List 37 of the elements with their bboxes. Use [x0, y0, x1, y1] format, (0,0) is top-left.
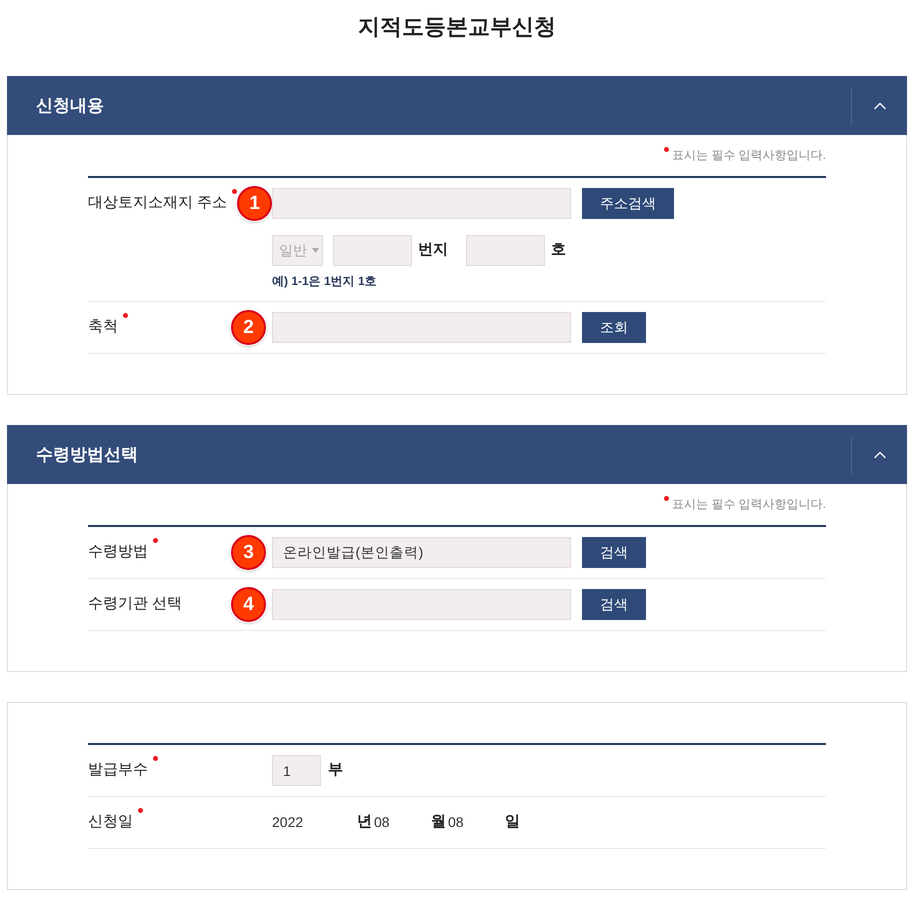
caret-down-icon: [312, 248, 319, 253]
unit-label: 번지: [418, 240, 448, 260]
step-badge: 2: [231, 310, 266, 345]
text-field[interactable]: [272, 188, 571, 219]
search-button[interactable]: 검색: [582, 589, 646, 620]
field-label: 신청일: [88, 812, 133, 832]
text-field[interactable]: [272, 312, 571, 343]
date-unit: 년: [357, 812, 372, 832]
section-title: 수령방법선택: [36, 444, 138, 466]
date-unit: 일: [505, 812, 520, 832]
lot-number-field[interactable]: [333, 235, 412, 266]
required-note: 표시는 필수 입력사항입니다.: [672, 147, 826, 164]
search-button[interactable]: 주소검색: [582, 188, 674, 219]
step-badge: 3: [231, 535, 266, 570]
search-button[interactable]: 조회: [582, 312, 646, 343]
hint-text: 예) 1-1은 1번지 1호: [272, 274, 378, 289]
step-badge: 1: [237, 186, 272, 221]
field-label: 발급부수: [88, 760, 148, 780]
text-field[interactable]: 온라인발급(본인출력): [272, 537, 571, 568]
copies-field[interactable]: 1: [272, 755, 321, 786]
date-value: 08: [448, 813, 464, 832]
field-label: 대상토지소재지 주소: [88, 193, 228, 214]
text-field[interactable]: [272, 589, 571, 620]
date-value: 2022: [272, 813, 304, 832]
field-label: 축척: [88, 317, 118, 338]
required-note: 표시는 필수 입력사항입니다.: [672, 496, 826, 513]
date-value: 08: [374, 813, 390, 832]
field-label: 수령기관 선택: [88, 594, 182, 614]
lot-number-field[interactable]: [466, 235, 545, 266]
unit-label: 호: [551, 240, 566, 260]
search-button[interactable]: 검색: [582, 537, 646, 568]
date-unit: 월: [431, 812, 446, 832]
page-title: 지적도등본교부신청: [357, 13, 557, 41]
section-title: 신청내용: [36, 94, 104, 117]
step-badge: 4: [231, 587, 266, 622]
unit-label: 부: [328, 760, 343, 780]
field-label: 수령방법: [88, 542, 148, 562]
